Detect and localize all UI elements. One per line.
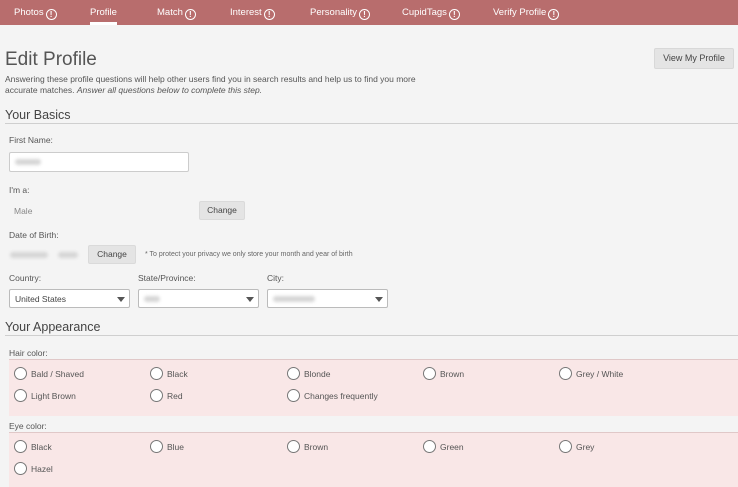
radio-circle-icon: [559, 440, 572, 453]
radio-circle-icon: [150, 389, 163, 402]
radio-circle-icon: [423, 440, 436, 453]
redacted-dob-year: [58, 252, 78, 258]
divider: [5, 335, 738, 336]
state-label: State/Province:: [138, 273, 196, 283]
radio-circle-icon: [559, 367, 572, 380]
divider: [5, 123, 738, 124]
first-name-input[interactable]: [9, 152, 189, 172]
dob-privacy-note: * To protect your privacy we only store …: [145, 251, 353, 258]
tab-cupidtags[interactable]: CupidTags!: [402, 0, 460, 25]
alert-icon: !: [448, 9, 460, 20]
tab-verify-profile[interactable]: Verify Profile!: [493, 0, 560, 25]
alert-icon: !: [359, 9, 370, 20]
radio-circle-icon: [287, 367, 300, 380]
top-nav: Photos! Profile Match! Interest! Persona…: [0, 0, 738, 25]
change-gender-button[interactable]: Change: [199, 201, 245, 220]
alert-icon: !: [548, 9, 560, 20]
city-select[interactable]: [267, 289, 388, 308]
alert-icon: !: [263, 9, 275, 20]
section-title-appearance: Your Appearance: [5, 320, 101, 334]
gender-value: Male: [14, 206, 33, 216]
redacted-city: [273, 296, 315, 302]
chevron-down-icon: [117, 297, 125, 302]
country-select[interactable]: United States: [9, 289, 130, 308]
radio-circle-icon: [14, 389, 27, 402]
state-select[interactable]: [138, 289, 259, 308]
eye-color-label: Eye color:: [9, 421, 47, 431]
page-title: Edit Profile: [5, 49, 97, 70]
tab-profile[interactable]: Profile: [90, 0, 117, 25]
first-name-label: First Name:: [9, 135, 53, 145]
alert-icon: !: [184, 9, 196, 20]
radio-circle-icon: [287, 440, 300, 453]
change-dob-button[interactable]: Change: [88, 245, 136, 264]
redacted-first-name: [15, 159, 41, 165]
hair-color-label: Hair color:: [9, 348, 48, 358]
view-my-profile-button[interactable]: View My Profile: [654, 48, 734, 69]
chevron-down-icon: [375, 297, 383, 302]
section-title-basics: Your Basics: [5, 108, 71, 122]
tab-interest[interactable]: Interest!: [230, 0, 275, 25]
alert-icon: !: [45, 9, 57, 20]
tab-photos[interactable]: Photos!: [14, 0, 57, 25]
eye-color-options: Black Blue Brown Green Grey Hazel: [9, 433, 738, 487]
radio-circle-icon: [14, 462, 27, 475]
chevron-down-icon: [246, 297, 254, 302]
radio-circle-icon: [150, 367, 163, 380]
intro-text: Answering these profile questions will h…: [5, 74, 416, 95]
dob-label: Date of Birth:: [9, 230, 59, 240]
city-label: City:: [267, 273, 284, 283]
im-a-label: I'm a:: [9, 185, 30, 195]
redacted-dob-month: [10, 252, 48, 258]
country-label: Country:: [9, 273, 42, 283]
radio-circle-icon: [150, 440, 163, 453]
tab-match[interactable]: Match!: [157, 0, 196, 25]
hair-color-options: Bald / Shaved Black Blonde Brown Grey / …: [9, 360, 738, 416]
radio-circle-icon: [14, 367, 27, 380]
redacted-state: [144, 296, 160, 302]
radio-circle-icon: [287, 389, 300, 402]
radio-circle-icon: [14, 440, 27, 453]
tab-personality[interactable]: Personality!: [310, 0, 370, 25]
radio-circle-icon: [423, 367, 436, 380]
